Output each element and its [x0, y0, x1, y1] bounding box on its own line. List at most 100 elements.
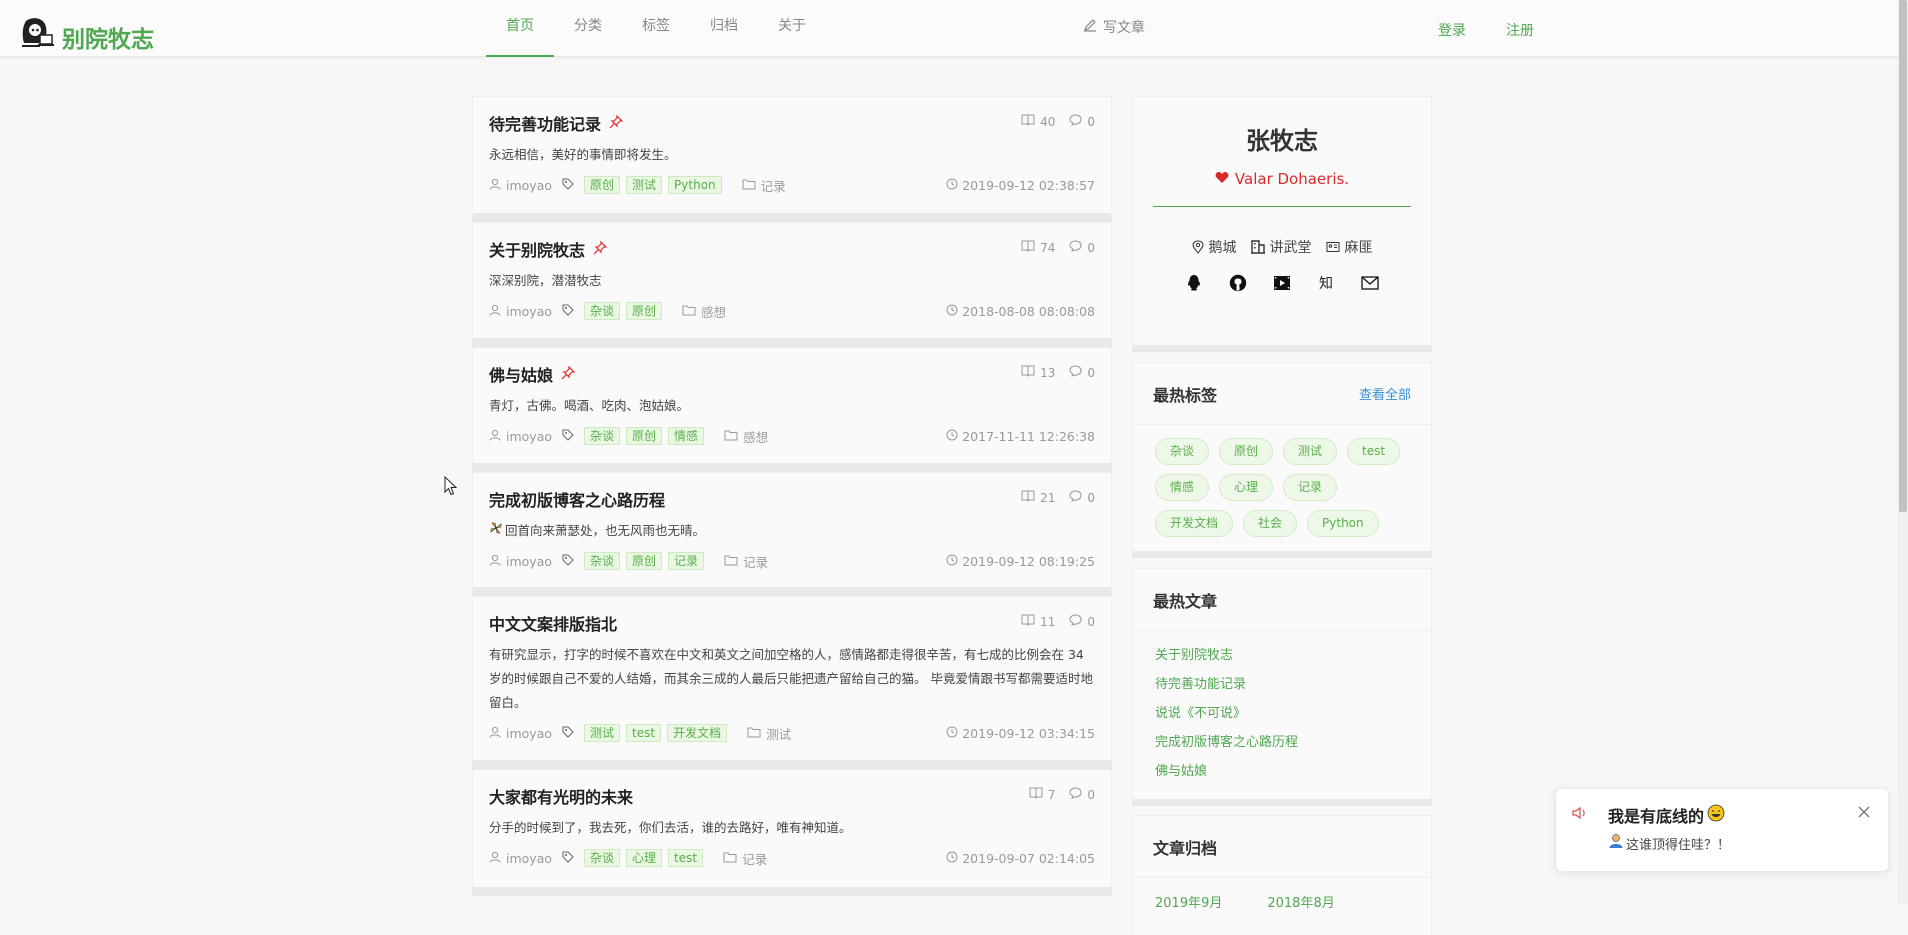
post-title[interactable]: 中文文案排版指北 — [489, 611, 617, 635]
post-author[interactable]: imoyao — [506, 304, 552, 319]
tag-icon — [562, 554, 574, 569]
book-icon — [1029, 787, 1043, 802]
post-tag[interactable]: 杂谈 — [584, 427, 621, 445]
post-category[interactable]: 感想 — [701, 302, 726, 321]
book-icon — [1021, 365, 1035, 380]
post-tag[interactable]: 记录 — [668, 552, 705, 570]
post-title[interactable]: 完成初版博客之心路历程 — [489, 487, 665, 511]
post-tag[interactable]: 原创 — [584, 176, 621, 194]
post-tag[interactable]: 测试 — [584, 724, 621, 742]
scrollbar-thumb[interactable] — [1899, 0, 1907, 512]
post-author[interactable]: imoyao — [506, 429, 552, 444]
page-scrollbar[interactable] — [1898, 0, 1908, 904]
post-card: 佛与姑娘 13 0 青灯，古佛。喝酒、吃肉、泡姑娘。 imoyao 杂谈 原创 … — [472, 347, 1112, 472]
write-article-link[interactable]: 写文章 — [1083, 17, 1145, 37]
post-title[interactable]: 关于别院牧志 — [489, 237, 585, 261]
archive-link[interactable]: 2019年9月 — [1155, 892, 1222, 911]
hot-posts-title: 最热文章 — [1153, 591, 1218, 611]
mail-icon[interactable] — [1360, 273, 1380, 293]
hot-post-link[interactable]: 待完善功能记录 — [1155, 670, 1409, 699]
nav-archive[interactable]: 归档 — [690, 0, 758, 57]
github-icon[interactable] — [1228, 273, 1248, 293]
post-category[interactable]: 感想 — [743, 427, 768, 446]
folder-icon — [724, 554, 738, 569]
post-title[interactable]: 待完善功能记录 — [489, 111, 601, 135]
post-summary: 深深别院，潜潜牧志 — [489, 273, 602, 288]
post-category[interactable]: 测试 — [766, 724, 791, 743]
video-icon[interactable] — [1272, 273, 1292, 293]
hot-post-link[interactable]: 说说《不可说》 — [1155, 699, 1409, 728]
post-category[interactable]: 记录 — [761, 176, 786, 195]
post-date: 2019-09-07 02:14:05 — [962, 850, 1095, 866]
comment-icon — [1069, 240, 1082, 255]
archive-link[interactable]: 2018年8月 — [1267, 892, 1334, 911]
site-logo[interactable]: 别院牧志 — [20, 12, 154, 54]
tag-pill[interactable]: test — [1347, 438, 1401, 465]
post-tag[interactable]: test — [668, 849, 704, 867]
zhihu-icon[interactable]: 知 — [1316, 273, 1336, 293]
tag-pill[interactable]: 杂谈 — [1155, 438, 1210, 465]
post-tag[interactable]: 杂谈 — [584, 552, 621, 570]
post-summary: 回首向来萧瑟处，也无风雨也无晴。 — [505, 523, 706, 538]
tag-pill[interactable]: 测试 — [1283, 438, 1338, 465]
hot-post-link[interactable]: 完成初版博客之心路历程 — [1155, 728, 1409, 757]
post-tag[interactable]: 原创 — [626, 302, 663, 320]
post-author[interactable]: imoyao — [506, 726, 552, 741]
nav-categories[interactable]: 分类 — [554, 0, 622, 57]
register-link[interactable]: 注册 — [1506, 20, 1534, 40]
view-count: 7 — [1047, 787, 1056, 802]
clock-icon — [946, 304, 958, 319]
post-category[interactable]: 记录 — [742, 849, 767, 868]
hot-posts-card: 最热文章 关于别院牧志 待完善功能记录 说说《不可说》 完成初版博客之心路历程 … — [1132, 568, 1432, 806]
post-title[interactable]: 大家都有光明的未来 — [489, 784, 633, 808]
post-tag[interactable]: 开发文档 — [667, 724, 728, 742]
login-link[interactable]: 登录 — [1438, 20, 1466, 40]
tag-pill[interactable]: 记录 — [1283, 474, 1338, 501]
post-card: 待完善功能记录 40 0 永远相信，美好的事情即将发生。 imoyao 原创 测… — [472, 96, 1112, 222]
post-summary: 有研究显示，打字的时候不喜欢在中文和英文之间加空格的人，感情路都走得很辛苦，有七… — [489, 647, 1093, 710]
tag-pill[interactable]: Python — [1307, 510, 1379, 537]
nav-tags[interactable]: 标签 — [622, 0, 690, 57]
tag-pill[interactable]: 原创 — [1219, 438, 1274, 465]
folder-icon — [747, 726, 761, 741]
tag-pill[interactable]: 心理 — [1219, 474, 1274, 501]
hot-post-link[interactable]: 佛与姑娘 — [1155, 757, 1409, 786]
write-label: 写文章 — [1103, 20, 1145, 36]
post-tag[interactable]: Python — [668, 176, 722, 194]
comment-count: 0 — [1087, 114, 1095, 129]
post-tag[interactable]: 测试 — [626, 176, 663, 194]
post-tag[interactable]: 情感 — [668, 427, 705, 445]
close-icon[interactable] — [1858, 803, 1870, 822]
view-count: 40 — [1040, 114, 1056, 129]
folder-icon — [724, 429, 738, 444]
post-author[interactable]: imoyao — [506, 178, 552, 193]
hot-post-link[interactable]: 关于别院牧志 — [1155, 641, 1409, 670]
post-title[interactable]: 佛与姑娘 — [489, 362, 553, 386]
post-author[interactable]: imoyao — [506, 554, 552, 569]
pin-icon — [561, 364, 576, 384]
tag-pill[interactable]: 开发文档 — [1155, 510, 1234, 537]
post-tag[interactable]: 心理 — [626, 849, 663, 867]
nav-home[interactable]: 首页 — [486, 0, 554, 57]
post-tag[interactable]: test — [626, 724, 662, 742]
folder-icon — [742, 178, 756, 193]
post-tag[interactable]: 杂谈 — [584, 849, 621, 867]
comment-icon — [1069, 787, 1082, 802]
book-icon — [1021, 114, 1035, 129]
post-author[interactable]: imoyao — [506, 851, 552, 866]
post-category[interactable]: 记录 — [743, 552, 768, 571]
book-icon — [1021, 240, 1035, 255]
post-tag[interactable]: 原创 — [626, 427, 663, 445]
post-date: 2018-08-08 08:08:08 — [962, 303, 1095, 319]
notification-toast: 我是有底线的 这谁顶得住哇？！ — [1555, 788, 1889, 872]
post-tag[interactable]: 杂谈 — [584, 302, 621, 320]
qq-icon[interactable] — [1184, 273, 1204, 293]
post-tag[interactable]: 原创 — [626, 552, 663, 570]
user-icon — [489, 429, 501, 444]
tag-pill[interactable]: 情感 — [1155, 474, 1210, 501]
view-all-tags-link[interactable]: 查看全部 — [1359, 384, 1411, 403]
nav-about[interactable]: 关于 — [758, 0, 826, 57]
tag-pill[interactable]: 社会 — [1243, 510, 1298, 537]
user-icon — [489, 178, 501, 193]
clock-icon — [946, 178, 958, 193]
